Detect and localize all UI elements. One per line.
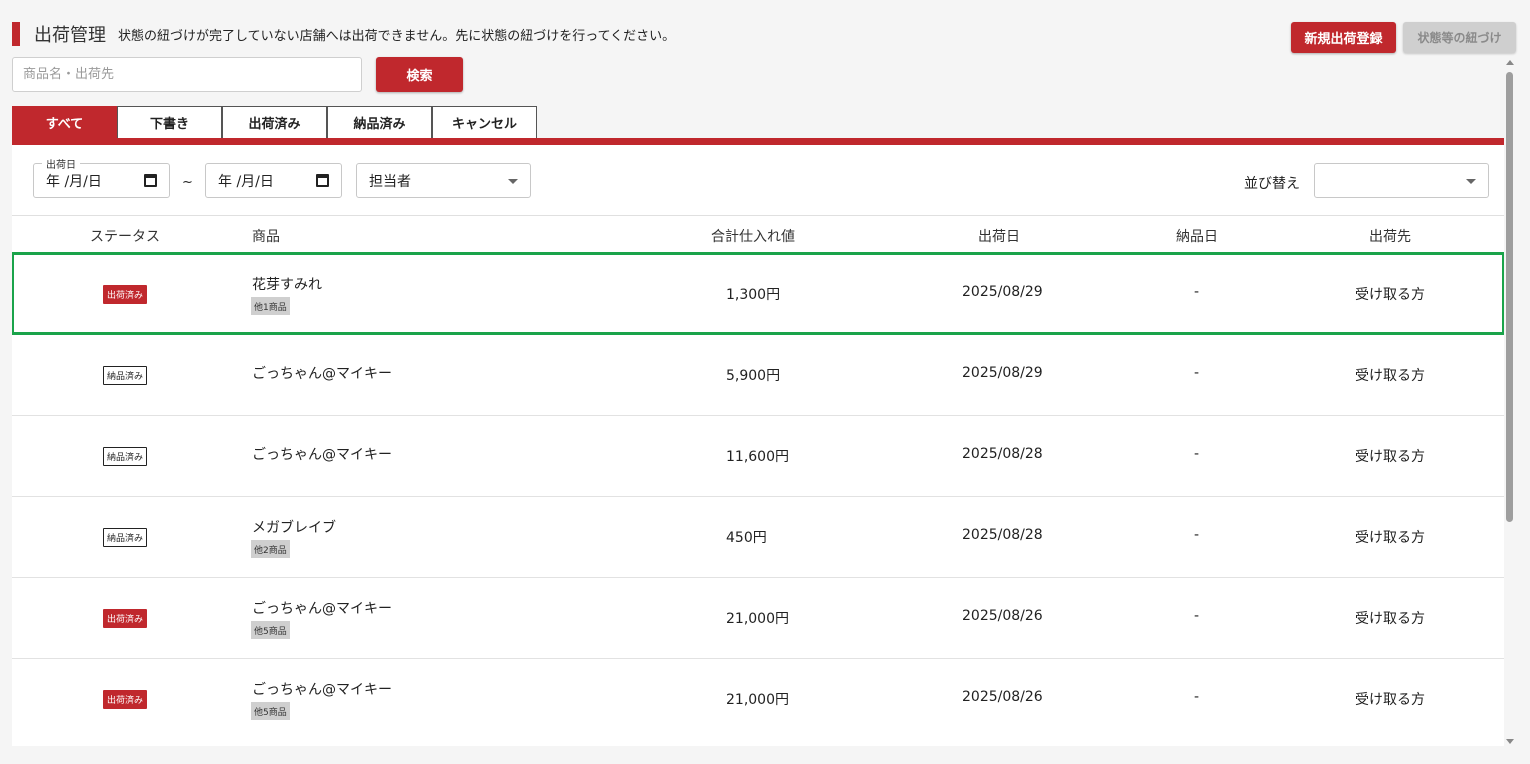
delivery-date: - (1194, 446, 1200, 462)
product-name: ごっちゃん@マイキー (252, 682, 392, 698)
date-from-value: 年 /月/日 (46, 173, 102, 190)
total-cost: 450円 (726, 530, 767, 546)
more-items-badge: 他5商品 (251, 621, 290, 639)
total-cost: 5,900円 (726, 368, 781, 384)
search-button[interactable]: 検索 (376, 57, 463, 92)
status-badge: 出荷済み (103, 609, 147, 628)
search-input[interactable] (12, 57, 362, 92)
destination: 受け取る方 (1355, 692, 1425, 708)
page-title: 出荷管理 (34, 25, 106, 46)
tab-draft[interactable]: 下書き (117, 106, 222, 138)
more-items-badge: 他1商品 (251, 297, 290, 315)
header-product: 商品 (252, 229, 280, 245)
total-cost: 21,000円 (726, 692, 789, 708)
destination: 受け取る方 (1355, 611, 1425, 627)
tab-delivered[interactable]: 納品済み (327, 106, 432, 138)
calendar-icon[interactable] (316, 174, 329, 187)
assignee-select[interactable]: 担当者 (356, 163, 531, 198)
assignee-value: 担当者 (369, 173, 411, 190)
title-accent-bar (12, 22, 20, 46)
ship-date: 2025/08/29 (962, 284, 1043, 300)
table-row[interactable]: 納品済み ごっちゃん@マイキー 5,900円 2025/08/29 - 受け取る方 (12, 334, 1504, 415)
more-items-badge: 他2商品 (251, 540, 290, 558)
link-status-button[interactable]: 状態等の紐づけ (1403, 22, 1516, 53)
table-header: ステータス 商品 合計仕入れ値 出荷日 納品日 出荷先 (12, 216, 1504, 253)
ship-date: 2025/08/26 (962, 608, 1043, 624)
ship-date: 2025/08/28 (962, 527, 1043, 543)
shipment-table: ステータス 商品 合計仕入れ値 出荷日 納品日 出荷先 出荷済み 花芽すみれ他1商… (12, 216, 1504, 746)
total-cost: 1,300円 (726, 287, 781, 303)
status-badge: 納品済み (103, 447, 147, 466)
new-shipment-button[interactable]: 新規出荷登録 (1291, 22, 1396, 53)
range-separator: ~ (182, 175, 193, 190)
scroll-thumb[interactable] (1506, 72, 1513, 522)
delivery-date: - (1194, 689, 1200, 705)
page-header: 出荷管理 状態の紐づけが完了していない店舗へは出荷できません。先に状態の紐づけを… (12, 22, 675, 46)
sort-label: 並び替え (1244, 176, 1300, 192)
destination: 受け取る方 (1355, 449, 1425, 465)
status-badge: 納品済み (103, 366, 147, 385)
product-name: メガブレイブ (252, 520, 336, 536)
tab-shipped[interactable]: 出荷済み (222, 106, 327, 138)
destination: 受け取る方 (1355, 368, 1425, 384)
delivery-date: - (1194, 284, 1200, 300)
ship-date: 2025/08/26 (962, 689, 1043, 705)
chevron-down-icon (1466, 179, 1476, 184)
header-status: ステータス (90, 229, 160, 245)
date-to-value: 年 /月/日 (218, 173, 274, 190)
header-ship-date: 出荷日 (978, 229, 1020, 245)
product-name: ごっちゃん@マイキー (252, 447, 392, 463)
table-row[interactable]: 出荷済み ごっちゃん@マイキー 他5商品 21,000円 2025/08/26 - 受け取る… (12, 658, 1504, 739)
delivery-date: - (1194, 608, 1200, 624)
tab-cancel[interactable]: キャンセル (432, 106, 537, 138)
notice-text: 状態の紐づけが完了していない店舗へは出荷できません。先に状態の紐づけを行ってくだ… (118, 28, 676, 44)
ship-date: 2025/08/28 (962, 446, 1043, 462)
status-badge: 出荷済み (103, 285, 147, 304)
ship-date-label: 出荷日 (42, 156, 80, 171)
destination: 受け取る方 (1355, 287, 1425, 303)
table-row[interactable]: 出荷済み 花芽すみれ他1商品 1,300円 2025/08/29 - 受け取る方 (12, 252, 1504, 335)
product-name: ごっちゃん@マイキー (252, 601, 392, 617)
filter-bar: 出荷日 年 /月/日 ~ 年 /月/日 担当者 並び替え (12, 145, 1504, 216)
header-delivery-date: 納品日 (1176, 229, 1218, 245)
scroll-up-icon[interactable] (1506, 60, 1514, 65)
date-to-input[interactable]: 年 /月/日 (205, 163, 342, 198)
calendar-icon[interactable] (144, 174, 157, 187)
date-from-input[interactable]: 出荷日 年 /月/日 (33, 156, 170, 198)
destination: 受け取る方 (1355, 530, 1425, 546)
ship-date: 2025/08/29 (962, 365, 1043, 381)
delivery-date: - (1194, 527, 1200, 543)
table-row[interactable]: 納品済み メガブレイブ 他2商品 450円 2025/08/28 - 受け取る方 (12, 496, 1504, 577)
chevron-down-icon (508, 179, 518, 184)
total-cost: 11,600円 (726, 449, 789, 465)
more-items-badge: 他5商品 (251, 702, 290, 720)
table-row[interactable]: 納品済み ごっちゃん@マイキー 11,600円 2025/08/28 - 受け取る方 (12, 415, 1504, 496)
tab-underline (12, 138, 1504, 145)
status-badge: 出荷済み (103, 690, 147, 709)
tab-all[interactable]: すべて (12, 106, 117, 138)
header-destination: 出荷先 (1369, 229, 1411, 245)
product-name: 花芽すみれ (252, 277, 322, 293)
table-row[interactable]: 出荷済み ごっちゃん@マイキー 他5商品 21,000円 2025/08/26 - 受け取る… (12, 577, 1504, 658)
scrollbar[interactable] (1504, 58, 1516, 746)
sort-select[interactable] (1314, 163, 1489, 198)
status-badge: 納品済み (103, 528, 147, 547)
delivery-date: - (1194, 365, 1200, 381)
total-cost: 21,000円 (726, 611, 789, 627)
header-total: 合計仕入れ値 (711, 229, 795, 245)
scroll-down-icon[interactable] (1506, 739, 1514, 744)
status-tabs: すべて 下書き 出荷済み 納品済み キャンセル (12, 106, 537, 138)
product-name: ごっちゃん@マイキー (252, 366, 392, 382)
